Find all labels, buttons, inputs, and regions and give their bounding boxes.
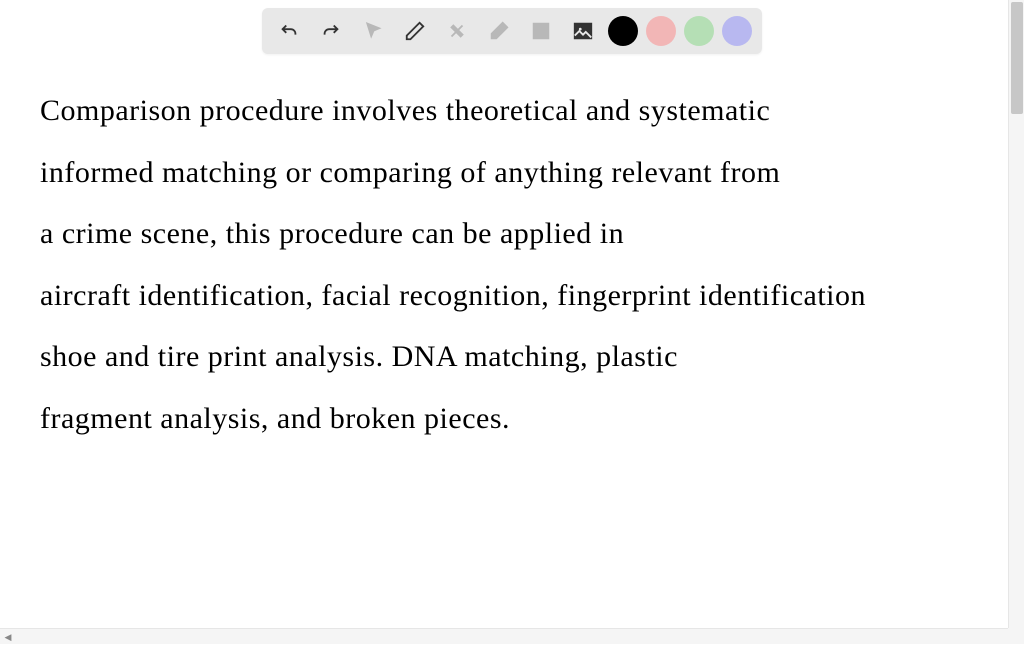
vertical-scroll-thumb[interactable]: [1011, 2, 1023, 114]
tools-icon: [446, 20, 468, 42]
tools-button[interactable]: [440, 14, 474, 48]
eraser-icon: [488, 20, 510, 42]
pointer-icon: [362, 20, 384, 42]
text-line: aircraft identification, facial recognit…: [40, 265, 940, 327]
text-line: a crime scene, this procedure can be app…: [40, 203, 940, 265]
horizontal-scrollbar[interactable]: ◀: [0, 628, 1008, 644]
text-button[interactable]: [524, 14, 558, 48]
color-purple[interactable]: [722, 16, 752, 46]
image-icon: [572, 20, 594, 42]
eraser-button[interactable]: [482, 14, 516, 48]
image-button[interactable]: [566, 14, 600, 48]
scroll-left-arrow-icon[interactable]: ◀: [0, 629, 16, 645]
text-line: informed matching or comparing of anythi…: [40, 142, 940, 204]
pencil-button[interactable]: [398, 14, 432, 48]
text-line: Comparison procedure involves theoretica…: [40, 80, 940, 142]
color-pink[interactable]: [646, 16, 676, 46]
vertical-scrollbar[interactable]: ▲: [1008, 0, 1024, 644]
color-green[interactable]: [684, 16, 714, 46]
undo-icon: [278, 20, 300, 42]
pencil-icon: [404, 20, 426, 42]
drawing-canvas[interactable]: Comparison procedure involves theoretica…: [0, 0, 1008, 628]
redo-button[interactable]: [314, 14, 348, 48]
handwritten-text-block: Comparison procedure involves theoretica…: [40, 80, 940, 449]
scrollbar-corner: [1008, 628, 1024, 644]
pointer-button[interactable]: [356, 14, 390, 48]
color-black[interactable]: [608, 16, 638, 46]
text-line: shoe and tire print analysis. DNA matchi…: [40, 326, 940, 388]
undo-button[interactable]: [272, 14, 306, 48]
redo-icon: [320, 20, 342, 42]
drawing-toolbar: [262, 8, 762, 54]
text-line: fragment analysis, and broken pieces.: [40, 388, 940, 450]
text-icon: [530, 20, 552, 42]
